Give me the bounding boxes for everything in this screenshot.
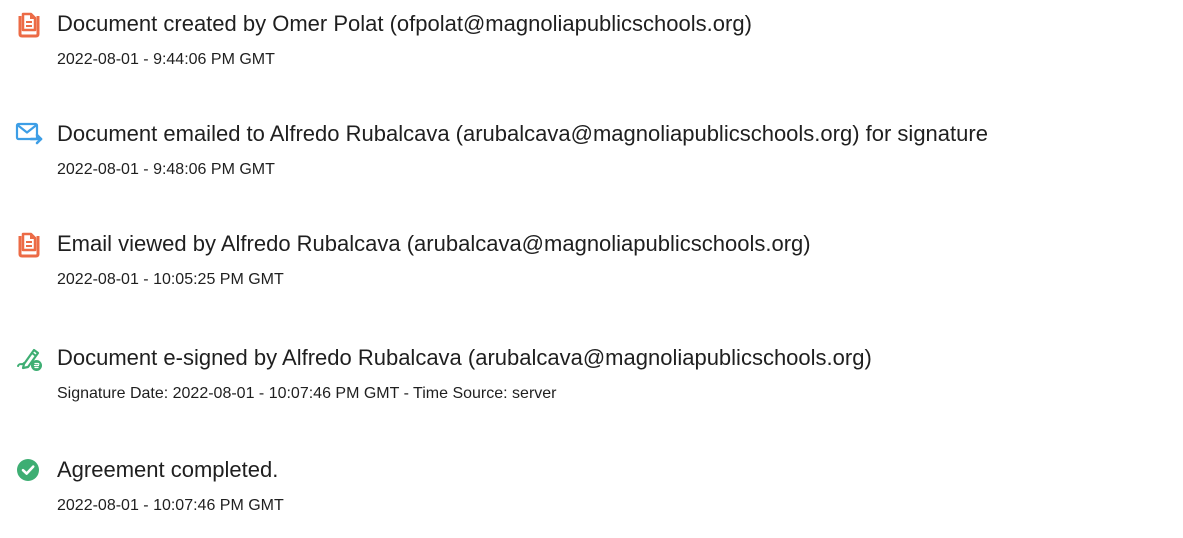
event-document-emailed: Document emailed to Alfredo Rubalcava (a… — [0, 120, 1183, 200]
event-title: Agreement completed. — [57, 457, 279, 482]
document-icon — [15, 10, 43, 38]
email-sent-icon — [15, 120, 43, 148]
event-timestamp: 2022-08-01 - 10:07:46 PM GMT — [57, 497, 284, 514]
document-icon — [15, 230, 43, 258]
event-document-esigned: Document e-signed by Alfredo Rubalcava (… — [0, 344, 1183, 424]
event-signature-details: Signature Date: 2022-08-01 - 10:07:46 PM… — [57, 385, 557, 402]
event-timestamp: 2022-08-01 - 10:05:25 PM GMT — [57, 271, 284, 288]
event-timestamp: 2022-08-01 - 9:48:06 PM GMT — [57, 161, 275, 178]
event-title: Document created by Omer Polat (ofpolat@… — [57, 11, 752, 36]
event-title: Document emailed to Alfredo Rubalcava (a… — [57, 121, 988, 146]
event-document-created: Document created by Omer Polat (ofpolat@… — [0, 10, 1183, 90]
check-circle-icon — [15, 456, 43, 484]
event-title: Document e-signed by Alfredo Rubalcava (… — [57, 345, 872, 370]
esign-pen-icon — [15, 344, 43, 372]
event-timestamp: 2022-08-01 - 9:44:06 PM GMT — [57, 51, 275, 68]
event-agreement-completed: Agreement completed. 2022-08-01 - 10:07:… — [0, 456, 1183, 536]
event-title: Email viewed by Alfredo Rubalcava (aruba… — [57, 231, 811, 256]
event-email-viewed: Email viewed by Alfredo Rubalcava (aruba… — [0, 230, 1183, 310]
